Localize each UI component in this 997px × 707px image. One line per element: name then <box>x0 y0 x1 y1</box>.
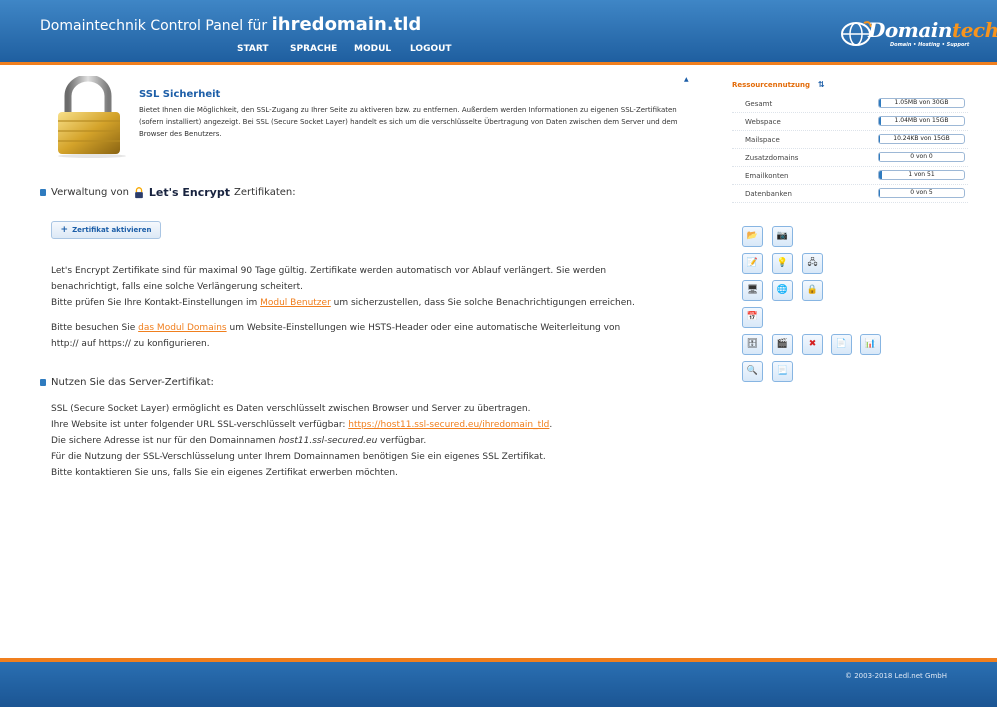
ssl-lock-icon[interactable]: 🔒 <box>802 280 823 301</box>
module-domains-link[interactable]: das Modul Domains <box>138 323 226 333</box>
header-bar: Domaintechnik Control Panel für ihredoma… <box>0 0 997 62</box>
server-cert-heading: Nutzen Sie das Server-Zertifikat: <box>40 377 214 388</box>
plus-icon: + <box>60 225 69 235</box>
resource-label: Datenbanken <box>745 190 792 198</box>
webcam-icon[interactable]: 📷 <box>772 226 793 247</box>
resource-value: 1 von 51 <box>908 171 935 178</box>
ssl-url-link[interactable]: https://host11.ssl-secured.eu/ihredomain… <box>348 420 549 430</box>
database-icon[interactable]: 🗄 <box>742 334 763 355</box>
logo-wordmark: Domaintechnik <box>868 18 997 42</box>
resource-value: 0 von 5 <box>910 189 933 196</box>
activate-certificate-button[interactable]: + Zertifikat aktivieren <box>51 221 161 239</box>
header-divider <box>0 62 997 65</box>
pages-icon[interactable]: 📃 <box>772 361 793 382</box>
activate-certificate-label: Zertifikat aktivieren <box>72 226 152 234</box>
nav-modul[interactable]: MODUL <box>354 44 391 54</box>
server-cert-paragraph: SSL (Secure Socket Layer) ermöglicht es … <box>51 401 691 481</box>
lock-bullet-icon <box>40 379 46 386</box>
resource-value: 1.05MB von 30GB <box>894 99 949 106</box>
sc-line2-after: . <box>549 420 553 430</box>
letsencrypt-logo: Let's Encrypt <box>133 186 230 199</box>
resource-usage-title: Ressourcennutzung ⇅ <box>732 80 968 89</box>
sc-line5: Bitte kontaktieren Sie uns, falls Sie ei… <box>51 468 398 478</box>
resource-value: 10.24KB von 15GB <box>893 135 950 142</box>
ssl-section-title: SSL Sicherheit <box>139 89 221 100</box>
resource-usage-title-text: Ressourcennutzung <box>732 80 810 89</box>
sc-line4: Für die Nutzung der SSL-Verschlüsselung … <box>51 452 546 462</box>
notepad-icon[interactable]: 📄 <box>831 334 852 355</box>
resource-row: Gesamt 1.05MB von 30GB <box>732 95 968 113</box>
footer-bar: © 2003-2018 Ledl.net GmbH <box>0 662 997 707</box>
letsencrypt-lock-icon <box>135 186 143 198</box>
search-users-icon[interactable]: 🔍 <box>742 361 763 382</box>
collapse-arrow-icon[interactable]: ▲ <box>684 76 689 83</box>
letsencrypt-heading: Verwaltung von Let's Encrypt Zertifikate… <box>40 186 296 199</box>
le-p1-line1: Let's Encrypt Zertifikate sind für maxim… <box>51 266 607 276</box>
resource-progress-bar: 0 von 0 <box>878 152 965 162</box>
copyright-text: © 2003-2018 Ledl.net GmbH <box>845 672 947 680</box>
refresh-icon[interactable]: ⇅ <box>818 80 825 89</box>
lightbulb-icon[interactable]: 💡 <box>772 253 793 274</box>
monitor-icon[interactable]: 🖥 <box>742 280 763 301</box>
le-heading-after: Zertifikaten: <box>234 187 296 198</box>
domains-module-paragraph: Bitte besuchen Sie das Modul Domains um … <box>51 320 691 352</box>
le-p2-after: um Website-Einstellungen wie HSTS-Header… <box>229 323 621 333</box>
globe-icon[interactable]: 🌐 <box>772 280 793 301</box>
title-prefix: Domaintechnik Control Panel für <box>40 18 268 34</box>
server-cert-heading-text: Nutzen Sie das Server-Zertifikat: <box>51 377 214 388</box>
delete-icon[interactable]: ✖ <box>802 334 823 355</box>
le-p1-line3-before: Bitte prüfen Sie Ihre Kontakt-Einstellun… <box>51 298 258 308</box>
le-p2-line2: http:// auf https:// zu konfigurieren. <box>51 339 210 349</box>
le-heading-before: Verwaltung von <box>51 187 129 198</box>
nav-sprache[interactable]: SPRACHE <box>290 44 337 54</box>
nav-logout[interactable]: LOGOUT <box>410 44 452 54</box>
sc-line2-before: Ihre Website ist unter folgender URL SSL… <box>51 420 346 430</box>
clapperboard-icon[interactable]: 🎬 <box>772 334 793 355</box>
lock-bullet-icon <box>40 189 46 196</box>
nav-start[interactable]: START <box>237 44 269 54</box>
domaintechnik-logo[interactable]: Domaintechnik Domain • Hosting • Support <box>838 14 997 54</box>
ssl-description: Bietet Ihnen die Möglichkeit, den SSL-Zu… <box>139 106 678 138</box>
resource-label: Zusatzdomains <box>745 154 799 162</box>
sc-line3-after: verfügbar. <box>380 436 427 446</box>
resource-progress-bar: 0 von 5 <box>878 188 965 198</box>
module-user-link[interactable]: Modul Benutzer <box>260 298 331 308</box>
resource-row: Datenbanken 0 von 5 <box>732 185 968 203</box>
logo-accent: technik <box>951 18 997 42</box>
resource-label: Gesamt <box>745 100 773 108</box>
le-p1-line2: benachrichtigt, falls eine solche Verlän… <box>51 282 303 292</box>
statistics-icon[interactable]: 📊 <box>860 334 881 355</box>
page-title: Domaintechnik Control Panel für ihredoma… <box>40 14 421 35</box>
resource-label: Mailspace <box>745 136 780 144</box>
domain-name: ihredomain.tld <box>271 14 422 35</box>
folder-icon[interactable]: 📂 <box>742 226 763 247</box>
resource-progress-bar: 10.24KB von 15GB <box>878 134 965 144</box>
le-p1-line3-after: um sicherzustellen, dass Sie solche Bena… <box>333 298 635 308</box>
sc-line1: SSL (Secure Socket Layer) ermöglicht es … <box>51 404 531 414</box>
resource-label: Emailkonten <box>745 172 789 180</box>
calendar-icon[interactable]: 📅 <box>742 307 763 328</box>
resource-value: 1.04MB von 15GB <box>894 117 949 124</box>
resource-row: Mailspace 10.24KB von 15GB <box>732 131 968 149</box>
ssl-host-name: host11.ssl-secured.eu <box>278 436 378 446</box>
resource-usage-panel: Ressourcennutzung ⇅ Gesamt 1.05MB von 30G… <box>732 80 968 203</box>
sc-line3-before: Die sichere Adresse ist nur für den Doma… <box>51 436 276 446</box>
resource-label: Webspace <box>745 118 781 126</box>
padlock-icon <box>58 76 126 158</box>
logo-tagline: Domain • Hosting • Support <box>890 42 970 48</box>
resource-progress-bar: 1 von 51 <box>878 170 965 180</box>
le-p2-before: Bitte besuchen Sie <box>51 323 136 333</box>
network-icon[interactable]: 🖧 <box>802 253 823 274</box>
resource-progress-bar: 1.05MB von 30GB <box>878 98 965 108</box>
logo-main: Domain <box>868 18 952 42</box>
letsencrypt-info-paragraph: Let's Encrypt Zertifikate sind für maxim… <box>51 263 691 311</box>
resource-row: Zusatzdomains 0 von 0 <box>732 149 968 167</box>
resource-row: Webspace 1.04MB von 15GB <box>732 113 968 131</box>
letsencrypt-logo-text: Let's Encrypt <box>148 186 230 199</box>
resource-value: 0 von 0 <box>910 153 933 160</box>
resource-progress-bar: 1.04MB von 15GB <box>878 116 965 126</box>
resource-row: Emailkonten 1 von 51 <box>732 167 968 185</box>
document-edit-icon[interactable]: 📝 <box>742 253 763 274</box>
